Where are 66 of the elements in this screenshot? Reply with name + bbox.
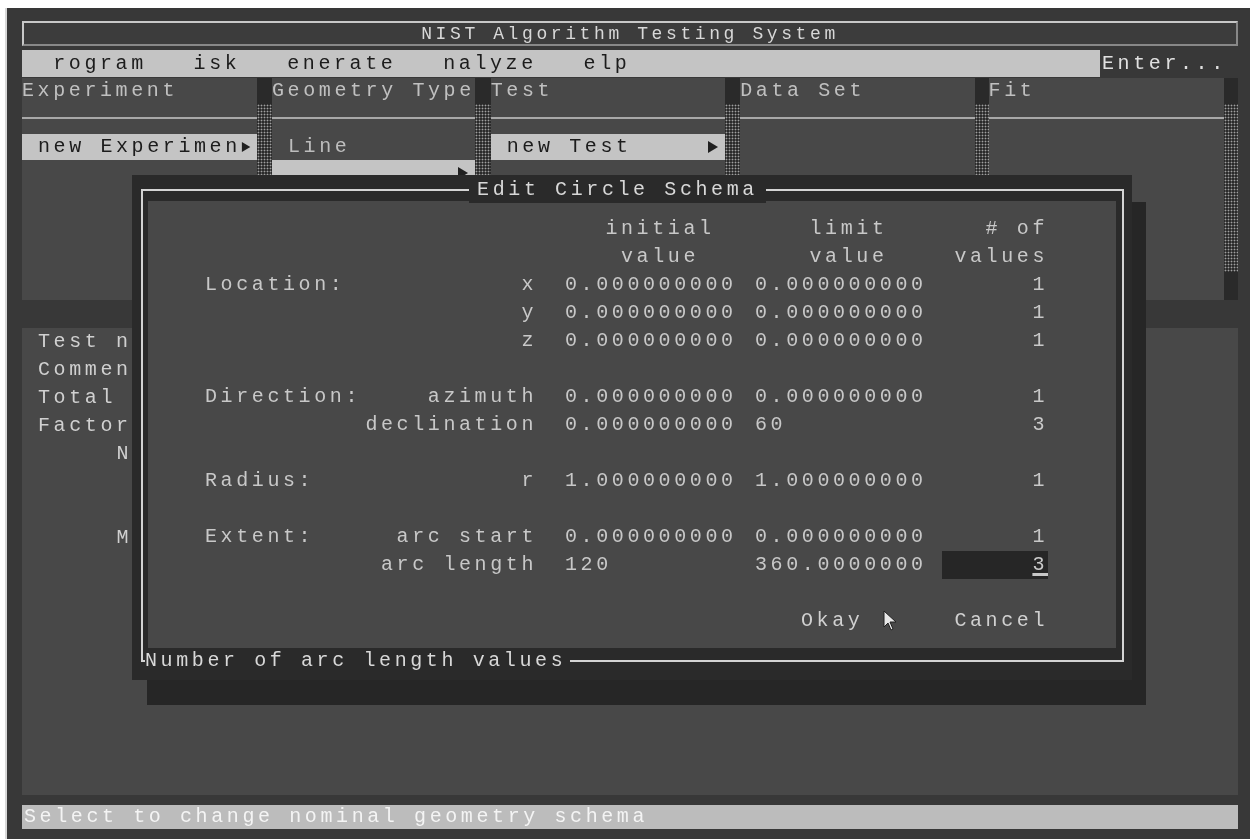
parameter-label: arc length	[380, 553, 537, 576]
column-header: Geometry Type	[271, 78, 475, 104]
initial-value: 0.000000000	[565, 329, 737, 352]
menu-item[interactable]: isk	[178, 52, 241, 75]
field-label: Commen	[37, 357, 132, 383]
group-label: Location:	[205, 273, 346, 296]
limit-value: 0.000000000	[755, 385, 927, 408]
limit-value: 1.000000000	[755, 469, 927, 492]
parameter-label: x	[521, 273, 537, 296]
count-field[interactable]: 3	[942, 551, 1048, 579]
group-label: Direction:	[205, 385, 362, 408]
initial-value: 120	[565, 553, 612, 576]
limit-value: 60	[755, 413, 787, 436]
field-label: M	[115, 525, 132, 551]
field-label: Test n	[37, 329, 132, 355]
parameter-label: r	[521, 469, 537, 492]
count-value: 1	[1032, 300, 1048, 326]
limit-value: 0.000000000	[755, 273, 927, 296]
limit-value: 0.000000000	[755, 329, 927, 352]
initial-value: 0.000000000	[565, 301, 737, 324]
list-item[interactable]: new Experimen	[22, 134, 257, 160]
field-label: Factor	[37, 413, 132, 439]
column-header: Data Set	[740, 78, 866, 104]
limit-value: 0.000000000	[755, 301, 927, 324]
menu-item[interactable]: enerate	[271, 52, 397, 75]
initial-value: 1.000000000	[565, 469, 737, 492]
list-item[interactable]: Line	[271, 134, 475, 160]
count-value: 1	[1032, 328, 1048, 354]
parameter-label: z	[521, 329, 537, 352]
limit-value: 360.0000000	[755, 553, 927, 576]
column-header: Test	[490, 78, 555, 104]
column-header: limit value	[808, 216, 889, 270]
initial-value: 0.000000000	[565, 385, 737, 408]
field-label: N	[115, 441, 132, 467]
count-value: 1	[1032, 524, 1048, 550]
count-value: 1	[1032, 384, 1048, 410]
initial-value: 0.000000000	[565, 413, 737, 436]
menu-item[interactable]: elp	[568, 52, 631, 75]
initial-value: 0.000000000	[565, 273, 737, 296]
group-label: Extent:	[205, 525, 315, 548]
scrollbar[interactable]	[1224, 78, 1239, 300]
initial-value: 0.000000000	[565, 525, 737, 548]
status-bar: Select to change nominal geometry schema	[22, 805, 1238, 829]
column-header: initial value	[604, 216, 716, 270]
mouse-pointer-icon	[883, 610, 898, 632]
field-label: Total	[37, 385, 117, 411]
column-header: # of values	[953, 216, 1048, 270]
parameter-label: azimuth	[427, 385, 537, 408]
parameter-label: declination	[365, 413, 537, 436]
parameter-label: y	[521, 301, 537, 324]
dialog-title: Edit Circle Schema	[469, 177, 766, 203]
group-label: Radius:	[205, 469, 315, 492]
menu-item[interactable]: nalyze	[427, 52, 537, 75]
count-value: 1	[1032, 272, 1048, 298]
parameter-label: arc start	[396, 525, 537, 548]
cancel-button[interactable]: Cancel	[954, 607, 1048, 635]
menu-item[interactable]: rogram	[37, 52, 147, 75]
count-value: 3	[1032, 412, 1048, 438]
list-item[interactable]: new Test	[490, 134, 726, 160]
menu-hint: Enter...	[1101, 52, 1227, 75]
okay-button[interactable]: Okay	[801, 607, 864, 635]
column-header: Experiment	[22, 78, 180, 104]
window-title: NIST Algorithm Testing System	[421, 23, 839, 44]
limit-value: 0.000000000	[755, 525, 927, 548]
column-header: Fit	[988, 78, 1037, 104]
count-value: 1	[1032, 468, 1048, 494]
